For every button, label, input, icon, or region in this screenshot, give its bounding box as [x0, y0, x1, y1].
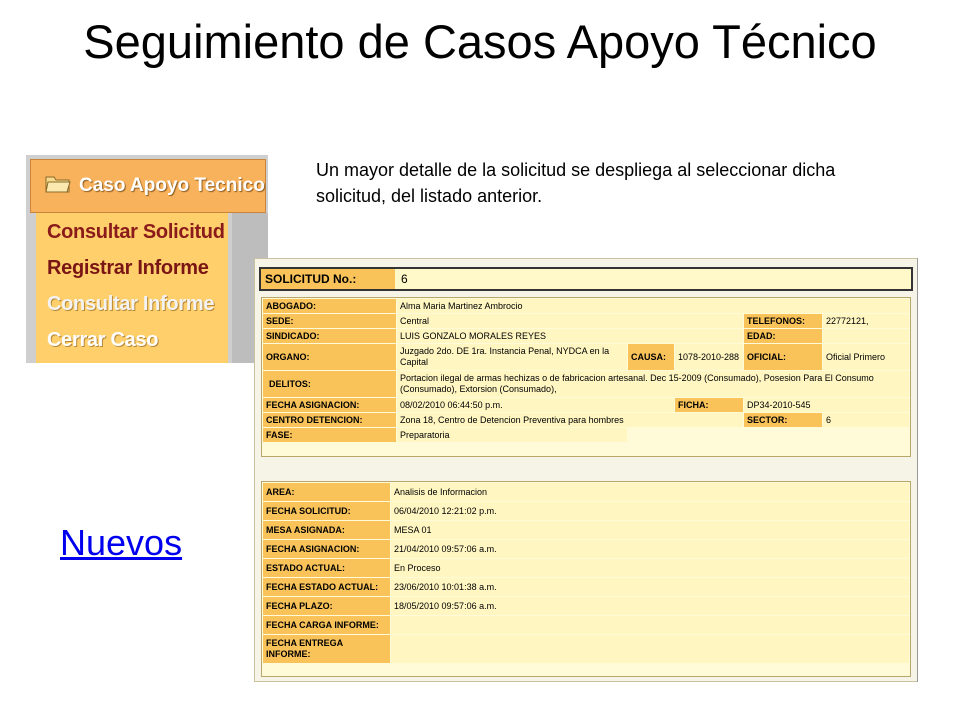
table-row: ORGANO: Juzgado 2do. DE 1ra. Instancia P… [263, 344, 909, 370]
organo-value: Juzgado 2do. DE 1ra. Instancia Penal, NY… [397, 344, 627, 370]
oficial-label: OFICIAL: [744, 344, 822, 370]
menu-header[interactable]: Caso Apoyo Tecnico [30, 159, 266, 213]
table-row: SINDICADO: LUIS GONZALO MORALES REYES ED… [263, 329, 909, 343]
solicitud-detail-panel: SOLICITUD No.: 6 ABOGADO: Alma Maria Mar… [254, 258, 918, 682]
table-row: FECHA CARGA INFORME: [263, 616, 909, 634]
solicitud-number-box: SOLICITUD No.: 6 [259, 267, 913, 291]
tracking-label: ESTADO ACTUAL: [263, 559, 390, 577]
table-row: DELITOS: Portacion ilegal de armas hechi… [263, 371, 909, 397]
menu-title: Caso Apoyo Tecnico [79, 175, 265, 196]
causa-value: 1078-2010-288 [675, 344, 743, 370]
table-row: FECHA ASIGNACION: 21/04/2010 09:57:06 a.… [263, 540, 909, 558]
abogado-label: ABOGADO: [263, 299, 396, 313]
edad-label: EDAD: [744, 329, 822, 343]
menu-item-registrar-informe[interactable]: Registrar Informe [47, 257, 209, 280]
tracking-label: FECHA ENTREGA INFORME: [263, 635, 390, 663]
table-row: FECHA ASIGNACION: 08/02/2010 06:44:50 p.… [263, 398, 909, 412]
tracking-value: 18/05/2010 09:57:06 a.m. [391, 597, 909, 615]
case-details-table: ABOGADO: Alma Maria Martinez Ambrocio SE… [262, 298, 910, 443]
telefonos-label: TELEFONOS: [744, 314, 822, 328]
delitos-label: DELITOS: [263, 371, 396, 397]
sector-label: SECTOR: [744, 413, 822, 427]
case-tracking-box: AREA: Analisis de Informacion FECHA SOLI… [261, 481, 911, 677]
case-tracking-table: AREA: Analisis de Informacion FECHA SOLI… [262, 482, 910, 664]
slide-description: Un mayor detalle de la solicitud se desp… [316, 160, 836, 206]
telefonos-value: 22772121, [823, 314, 909, 328]
empty-cell [628, 428, 909, 442]
menu-item-consultar-solicitud[interactable]: Consultar Solicitud [47, 221, 225, 244]
centro-detencion-label: CENTRO DETENCION: [263, 413, 396, 427]
tracking-label: FECHA CARGA INFORME: [263, 616, 390, 634]
table-row: FASE: Preparatoria [263, 428, 909, 442]
ficha-value: DP34-2010-545 [744, 398, 909, 412]
sindicado-value: LUIS GONZALO MORALES REYES [397, 329, 743, 343]
ficha-label: FICHA: [675, 398, 743, 412]
sede-label: SEDE: [263, 314, 396, 328]
fecha-asignacion-value: 08/02/2010 06:44:50 p.m. [397, 398, 674, 412]
tracking-value: 23/06/2010 10:01:38 a.m. [391, 578, 909, 596]
fecha-asignacion-label: FECHA ASIGNACION: [263, 398, 396, 412]
tracking-label: AREA: [263, 483, 390, 501]
tracking-value: MESA 01 [391, 521, 909, 539]
fase-label: FASE: [263, 428, 396, 442]
tracking-value: Analisis de Informacion [391, 483, 909, 501]
solicitud-label: SOLICITUD No.: [261, 269, 395, 289]
tracking-label: FECHA ESTADO ACTUAL: [263, 578, 390, 596]
table-row: FECHA PLAZO: 18/05/2010 09:57:06 a.m. [263, 597, 909, 615]
table-row: AREA: Analisis de Informacion [263, 483, 909, 501]
nuevos-link[interactable]: Nuevos [60, 522, 182, 564]
table-row: FECHA ESTADO ACTUAL: 23/06/2010 10:01:38… [263, 578, 909, 596]
slide-title: Seguimiento de Casos Apoyo Técnico [83, 15, 877, 68]
oficial-value: Oficial Primero [823, 344, 909, 370]
edad-value [823, 329, 909, 343]
solicitud-value: 6 [401, 272, 408, 286]
table-row: CENTRO DETENCION: Zona 18, Centro de Det… [263, 413, 909, 427]
menu-item-cerrar-caso[interactable]: Cerrar Caso [47, 329, 159, 352]
sindicado-label: SINDICADO: [263, 329, 396, 343]
organo-label: ORGANO: [263, 344, 396, 370]
tracking-label: FECHA PLAZO: [263, 597, 390, 615]
tracking-value: 06/04/2010 12:21:02 p.m. [391, 502, 909, 520]
tracking-value [391, 616, 909, 634]
tracking-value: 21/04/2010 09:57:06 a.m. [391, 540, 909, 558]
table-row: FECHA ENTREGA INFORME: [263, 635, 909, 663]
fase-value: Preparatoria [397, 428, 627, 442]
menu-list: Consultar Solicitud Registrar Informe Co… [36, 213, 228, 363]
table-row: MESA ASIGNADA: MESA 01 [263, 521, 909, 539]
abogado-value: Alma Maria Martinez Ambrocio [397, 299, 909, 313]
delitos-value: Portacion ilegal de armas hechizas o de … [397, 371, 909, 397]
case-details-box: ABOGADO: Alma Maria Martinez Ambrocio SE… [261, 297, 911, 457]
case-menu: Caso Apoyo Tecnico Consultar Solicitud R… [26, 155, 268, 363]
tracking-value [391, 635, 909, 663]
table-row: FECHA SOLICITUD: 06/04/2010 12:21:02 p.m… [263, 502, 909, 520]
table-row: SEDE: Central TELEFONOS: 22772121, [263, 314, 909, 328]
tracking-label: FECHA ASIGNACION: [263, 540, 390, 558]
table-row: ABOGADO: Alma Maria Martinez Ambrocio [263, 299, 909, 313]
centro-detencion-value: Zona 18, Centro de Detencion Preventiva … [397, 413, 743, 427]
tracking-label: FECHA SOLICITUD: [263, 502, 390, 520]
causa-label: CAUSA: [628, 344, 674, 370]
table-row: ESTADO ACTUAL: En Proceso [263, 559, 909, 577]
tracking-label: MESA ASIGNADA: [263, 521, 390, 539]
sede-value: Central [397, 314, 743, 328]
tracking-value: En Proceso [391, 559, 909, 577]
menu-item-consultar-informe[interactable]: Consultar Informe [47, 293, 214, 316]
sector-value: 6 [823, 413, 909, 427]
folder-icon [45, 176, 71, 193]
panel-edge [917, 258, 918, 682]
